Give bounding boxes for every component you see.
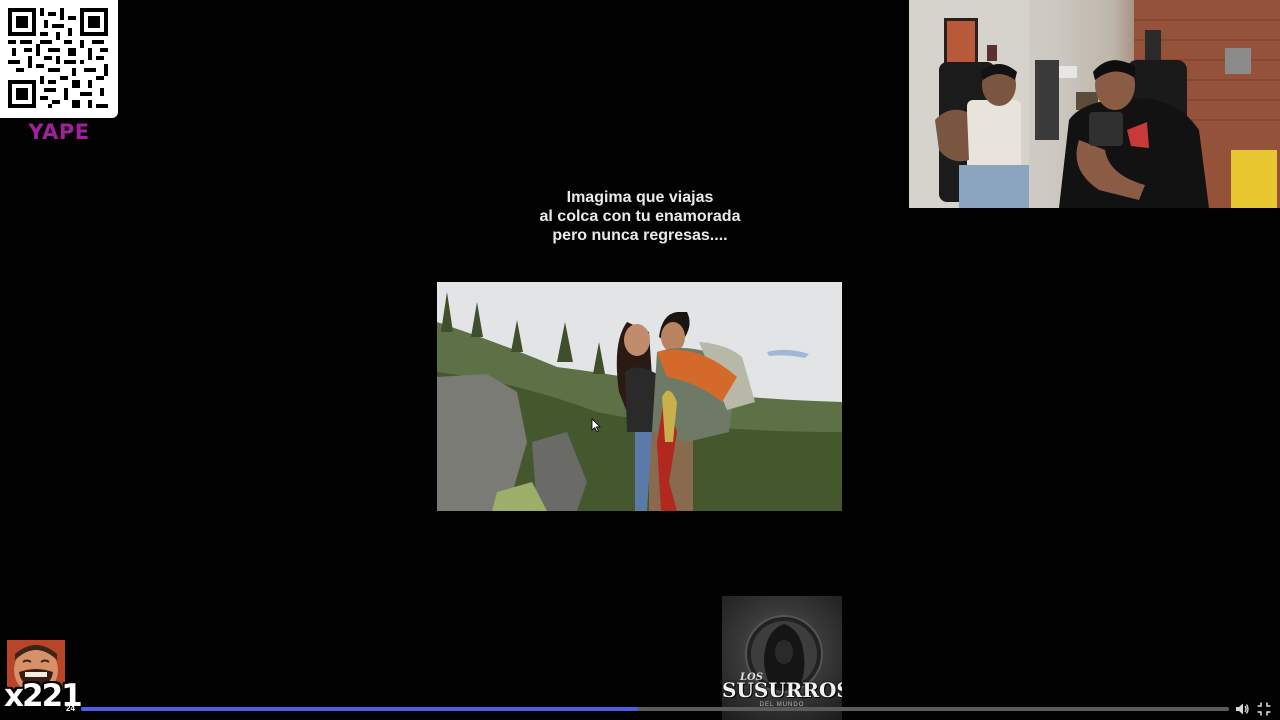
webcam-feed: [909, 0, 1280, 208]
video-progress-bar[interactable]: [81, 707, 1229, 711]
stream-stage: YAPE Imagima que viajas al colca con tu …: [0, 0, 1280, 720]
caption-line-2: al colca con tu enamorada: [539, 208, 741, 225]
yape-label: YAPE: [28, 120, 90, 144]
caption-line-1: Imagima que viajas: [566, 189, 714, 206]
mouse-cursor-icon: [591, 418, 601, 433]
qr-code-panel: [0, 0, 118, 118]
caption-line-3: pero nunca regresas....: [552, 227, 728, 244]
susurros-logo: LOS SUSURROS DEL MUNDO: [722, 596, 842, 720]
video-progress-fill: [81, 707, 638, 711]
exit-fullscreen-icon[interactable]: [1256, 701, 1272, 717]
emote-combo-small: 24: [66, 704, 75, 713]
qr-code-icon: [8, 8, 108, 108]
webcam-scene: [909, 0, 1280, 208]
video-scene: [437, 282, 842, 511]
logo-title: SUSURROS: [722, 678, 842, 702]
main-video-frame[interactable]: [437, 282, 842, 511]
volume-icon[interactable]: [1234, 701, 1250, 717]
video-caption: Imagima que viajas al colca con tu enamo…: [440, 188, 840, 245]
